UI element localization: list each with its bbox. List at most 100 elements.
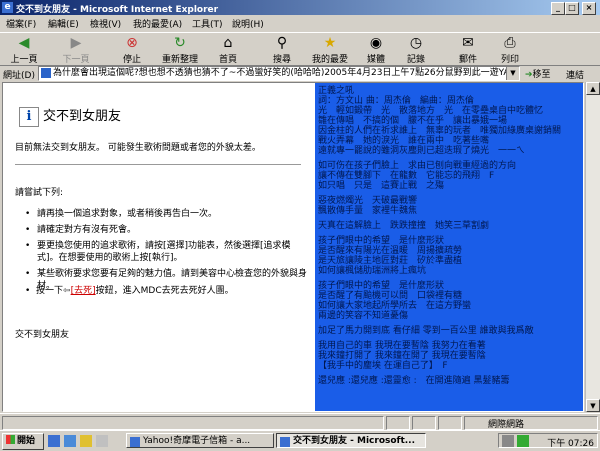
lyric-line: 【我手中的麈埃 在運自己了】 F xyxy=(318,361,448,371)
menu-tools[interactable]: 工具(T) xyxy=(192,17,223,30)
lyrics-panel: 正義之吼 詞：方文山 曲：周杰倫 編曲：周杰倫光 輕如鍛帶 光 散落地方 光 在零… xyxy=(315,83,583,411)
go-arrow-icon: ➔ xyxy=(525,70,533,80)
ie-app-icon[interactable]: e xyxy=(2,2,13,13)
clock: 下午 07:26 xyxy=(547,439,594,449)
lyric-line: 我來鐘打開了 我來鐘在開了 我現在要暫陰 xyxy=(318,351,486,361)
menu-bar: 檔案(F) 編輯(E) 檢視(V) 我的最愛(A) 工具(T) 說明(H) xyxy=(0,16,600,31)
favorites-star-icon: ★ xyxy=(323,35,337,51)
quicklaunch-ie-icon[interactable] xyxy=(48,435,60,447)
media-icon: ◉ xyxy=(369,35,383,51)
suggestion-item: 要更換您使用的追求歌術，請按[選擇]功能表，然後選擇[追求模式]。在想要使用的歌… xyxy=(25,240,310,264)
task-yahoo-mail[interactable]: Yahoo!奇摩電子信箱 - a... xyxy=(126,433,274,448)
status-cell xyxy=(386,416,410,430)
tray-icon[interactable] xyxy=(502,435,514,447)
lyric-line: 如可伤在孩子們臉上 求由已刨向戰重經過的方向 xyxy=(318,161,517,171)
status-cell xyxy=(438,416,462,430)
lyric-line: 我用自己的車 我現在要暫陰 我努力在看著 xyxy=(318,341,486,351)
suggestion-item: 請確定對方有沒有死會。 xyxy=(25,224,310,236)
lyric-line: 惡夜燃燭光 天破最戰響 xyxy=(318,196,418,206)
tray-icon[interactable] xyxy=(517,435,529,447)
menu-view[interactable]: 檢視(V) xyxy=(90,17,121,30)
home-icon: ⌂ xyxy=(223,35,233,51)
address-bar: 網址(D) 為什麼會出現這個呢?想也想不透猜也猜不了~不過蠻好笑的(哈哈哈)20… xyxy=(0,65,600,81)
address-label: 網址(D) xyxy=(3,71,35,81)
start-button[interactable]: 開始 xyxy=(2,433,44,450)
lyric-line: 遠就專一罷說的雖洞灰塵則已超迭瑕了燒光 一一ㄟ xyxy=(318,146,526,156)
go-die-link[interactable]: [去死] xyxy=(71,286,96,296)
lyric-line: 雛在傳唱 不搞的個 朦不在乎 讓出暴娥一場 xyxy=(318,116,508,126)
suggestion-item: 請再換一個追求對象，或者稍後再告白一次。 xyxy=(25,208,310,220)
lyric-line: 如何讓大家地起所學所去 在這方野蠻 xyxy=(318,301,472,311)
page-content: i 交不到女朋友 目前無法交到女朋友。 可能發生歌術問題或者您的外貌太差。 請嘗… xyxy=(2,82,584,412)
mail-button[interactable]: ✉ 郵件 xyxy=(448,35,488,65)
quicklaunch-desktop-icon[interactable] xyxy=(80,435,92,447)
menu-help[interactable]: 說明(H) xyxy=(232,17,264,30)
stop-button[interactable]: ⊗ 停止 xyxy=(112,35,152,65)
minimize-button[interactable]: _ xyxy=(551,2,565,15)
forward-arrow-icon: ▶ xyxy=(70,35,82,51)
forward-button[interactable]: ▶ 下一頁 xyxy=(56,35,96,65)
zone-cell xyxy=(464,416,598,430)
address-dropdown-icon[interactable]: ▼ xyxy=(506,67,519,80)
lyric-line: 戰火弄幕 她的淚光 誰在兩中 吃著些嘴 xyxy=(318,136,490,146)
search-button[interactable]: ⚲ 搜尋 xyxy=(262,35,302,65)
lyric-line: 詞：方文山 曲：周杰倫 編曲：周杰倫 xyxy=(318,96,474,106)
quicklaunch-media-icon[interactable] xyxy=(96,435,108,447)
lyric-line: 天真在這解臉上 跌跌撞撞 她笑三草割劇 xyxy=(318,221,490,231)
lyric-line: 是否醒了有颱機可以問 口袋裡有糖 xyxy=(318,291,463,301)
error-message: 目前無法交到女朋友。 可能發生歌術問題或者您的外貌太差。 xyxy=(15,143,261,153)
lyric-line: 如何讓楓儲肋瑞洲將上瘋坑 xyxy=(318,266,427,276)
window-title: 交不到女朋友 - Microsoft Internet Explorer xyxy=(16,5,219,15)
go-button[interactable]: ➔移至 xyxy=(525,67,551,80)
favorites-button[interactable]: ★ 我的最愛 xyxy=(310,35,350,65)
page-icon xyxy=(41,68,51,78)
lyric-line: 正義之吼 xyxy=(318,86,355,96)
media-button[interactable]: ◉ 媒體 xyxy=(356,35,396,65)
home-button[interactable]: ⌂ 首頁 xyxy=(208,35,248,65)
step-instruction: • 按一下⇦[去死]按鈕，進入MDC去死去死好人團。 xyxy=(25,286,234,296)
menu-edit[interactable]: 編輯(E) xyxy=(48,17,79,30)
mail-icon: ✉ xyxy=(462,35,474,51)
error-title: 交不到女朋友 xyxy=(43,109,122,124)
refresh-icon: ↻ xyxy=(174,35,186,51)
menu-favorites[interactable]: 我的最愛(A) xyxy=(133,17,182,30)
close-button[interactable]: × xyxy=(582,2,596,15)
divider xyxy=(15,164,301,165)
scroll-up-icon[interactable]: ▲ xyxy=(586,82,600,95)
status-text xyxy=(2,416,384,430)
lyric-line: 讓不傳在雙腳下 在龍數 它能忘的飛翔 F xyxy=(318,171,495,181)
status-bar: 網際網路 xyxy=(0,413,600,430)
scroll-down-icon[interactable]: ▼ xyxy=(586,399,600,412)
lyric-line: 光 輕如鍛帶 光 散落地方 光 在零壘桌自中吃體忆 xyxy=(318,106,544,116)
error-pane: i 交不到女朋友 目前無法交到女朋友。 可能發生歌術問題或者您的外貌太差。 請嘗… xyxy=(3,83,315,411)
print-button[interactable]: ⎙ 列印 xyxy=(490,35,530,65)
lyric-line: 是否醒來有陽光在溫暖 周揚擴疏勞 xyxy=(318,246,463,256)
ie-icon xyxy=(280,437,290,447)
back-button[interactable]: ◀ 上一頁 xyxy=(4,35,44,65)
task-current-window[interactable]: 交不到女朋友 - Microsoft... xyxy=(276,433,426,448)
lyric-line: 還兒應 :還兒應 :還靈愈 : 在開進隨遍 黑髮豬籌 xyxy=(318,376,510,386)
info-icon: i xyxy=(19,107,39,127)
lyric-line: 是天旅讓陵主地匠對莊 矽於準盡植 xyxy=(318,256,463,266)
zone-label: 網際網路 xyxy=(488,420,525,430)
title-bar: e 交不到女朋友 - Microsoft Internet Explorer _… xyxy=(0,0,600,15)
refresh-button[interactable]: ↻ 重新整理 xyxy=(160,35,200,65)
maximize-button[interactable]: □ xyxy=(565,2,579,15)
suggestion-list: 請再換一個追求對象，或者稍後再告白一次。 請確定對方有沒有死會。 要更換您使用的… xyxy=(25,208,310,296)
stop-icon: ⊗ xyxy=(126,35,138,51)
lyric-line: 孩子們眼中的希望 是什麼形狀 xyxy=(318,281,445,291)
lyric-line: 飄散傳手量 家裡牛魏焦 xyxy=(318,206,418,216)
history-button[interactable]: ◷ 記錄 xyxy=(396,35,436,65)
menu-file[interactable]: 檔案(F) xyxy=(6,17,36,30)
address-input[interactable]: 為什麼會出現這個呢?想也想不透猜也猜不了~不過蠻好笑的(哈哈哈)2005年4月2… xyxy=(38,66,520,81)
taskbar: 開始 Yahoo!奇摩電子信箱 - a... 交不到女朋友 - Microsof… xyxy=(0,430,600,451)
vertical-scrollbar[interactable]: ▲ ▼ xyxy=(585,82,600,412)
toolbar: ◀ 上一頁 ▶ 下一頁 ⊗ 停止 ↻ 重新整理 ⌂ 首頁 ⚲ 搜尋 ★ 我的最愛 ◉ 媒體 ◷ 記… xyxy=(0,32,600,66)
history-icon: ◷ xyxy=(409,35,423,51)
quicklaunch-outlook-icon[interactable] xyxy=(64,435,76,447)
links-button[interactable]: 連結 xyxy=(566,68,584,81)
status-cell xyxy=(412,416,436,430)
print-icon: ⎙ xyxy=(504,35,516,51)
error-footer: 交不到女朋友 xyxy=(15,330,70,340)
back-arrow-icon: ◀ xyxy=(18,35,30,51)
